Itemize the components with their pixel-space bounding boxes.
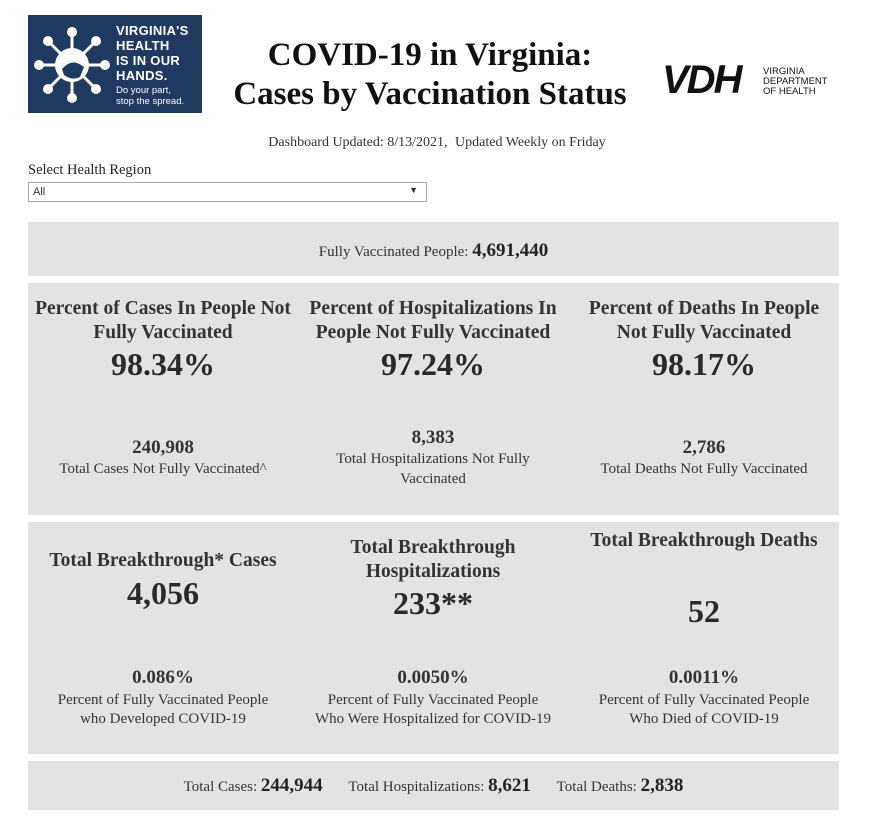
card-heading: Total Breakthrough* Cases xyxy=(49,550,277,571)
card-heading: Percent of Deaths In People xyxy=(588,298,820,319)
card-description: Who Were Hospitalized for COVID-19 xyxy=(315,711,551,727)
card-description: Vaccinated xyxy=(400,471,466,487)
breakthrough-deaths-card: Total Breakthrough Deaths 52 0.0011% Per… xyxy=(569,522,839,754)
total-cases: Total Cases: 244,944 xyxy=(183,775,327,796)
totals-panel: Total Cases: 244,944 Total Hospitalizati… xyxy=(28,761,839,810)
hospitalizations-not-vaccinated-count: 8,383 xyxy=(411,427,455,448)
fully-vaccinated-label: Fully Vaccinated People: xyxy=(318,244,469,260)
dropdown-arrow-icon[interactable]: ▼ xyxy=(409,185,418,195)
cases-not-vaccinated-card: Percent of Cases In People Not Fully Vac… xyxy=(28,283,298,515)
total-deaths-value: 2,838 xyxy=(640,775,684,796)
not-vaccinated-panel: Percent of Cases In People Not Fully Vac… xyxy=(28,283,839,515)
card-description: Total Cases Not Fully Vaccinated^ xyxy=(59,461,267,477)
card-description: Percent of Fully Vaccinated People xyxy=(57,692,269,708)
card-description: Who Died of COVID-19 xyxy=(629,711,779,727)
breakthrough-hospitalizations-value: 233** xyxy=(393,585,473,621)
health-region-dropdown[interactable]: All ▼ xyxy=(28,182,427,202)
total-cases-label: Total Cases: xyxy=(183,779,258,795)
card-description: Total Hospitalizations Not Fully xyxy=(336,451,530,467)
card-heading: Percent of Hospitalizations In xyxy=(309,298,557,319)
card-heading: Total Breakthrough Deaths xyxy=(590,530,818,551)
fully-vaccinated-value: 4,691,440 xyxy=(472,240,549,261)
deaths-not-vaccinated-count: 2,786 xyxy=(682,437,726,458)
region-select-value: All xyxy=(33,186,46,198)
deaths-not-vaccinated-percent: 98.17% xyxy=(652,346,756,382)
update-info: Dashboard Updated: 8/13/2021, Updated We… xyxy=(0,135,874,151)
total-deaths-label: Total Deaths: xyxy=(556,779,637,795)
card-description: Percent of Fully Vaccinated People xyxy=(327,692,539,708)
total-hospitalizations-value: 8,621 xyxy=(488,775,531,796)
hospitalizations-not-vaccinated-card: Percent of Hospitalizations In People No… xyxy=(298,283,568,515)
total-deaths: Total Deaths: 2,838 xyxy=(556,775,684,796)
card-heading: Percent of Cases In People Not xyxy=(35,298,291,319)
vdh-mark: VDH xyxy=(662,58,742,102)
total-hospitalizations-label: Total Hospitalizations: xyxy=(348,779,485,795)
hospitalizations-not-vaccinated-percent: 97.24% xyxy=(381,346,485,382)
logo-headline: VIRGINIA'S HEALTH IS IN OUR HANDS. xyxy=(116,23,189,83)
breakthrough-cases-value: 4,056 xyxy=(127,575,199,611)
cases-not-vaccinated-percent: 98.34% xyxy=(111,346,215,382)
virus-icon xyxy=(34,27,110,103)
dashboard-updated: Dashboard Updated: 8/13/2021, xyxy=(268,135,448,150)
card-heading: Fully Vaccinated xyxy=(93,322,233,343)
card-heading: Total Breakthrough xyxy=(350,537,516,558)
page-title-line2: Cases by Vaccination Status xyxy=(233,76,627,112)
card-description: who Developed COVID-19 xyxy=(80,711,246,727)
total-cases-value: 244,944 xyxy=(260,775,323,796)
cases-not-vaccinated-count: 240,908 xyxy=(132,437,194,458)
deaths-not-vaccinated-card: Percent of Deaths In People Not Fully Va… xyxy=(569,283,839,515)
total-hospitalizations: Total Hospitalizations: 8,621 xyxy=(348,775,534,796)
breakthrough-hospitalizations-percent: 0.0050% xyxy=(397,667,469,688)
fully-vaccinated-panel: Fully Vaccinated People: 4,691,440 xyxy=(28,222,839,276)
breakthrough-cases-card: Total Breakthrough* Cases 4,056 0.086% P… xyxy=(28,522,298,754)
update-frequency: Updated Weekly on Friday xyxy=(455,135,606,150)
card-description: Total Deaths Not Fully Vaccinated xyxy=(600,461,808,477)
breakthrough-deaths-value: 52 xyxy=(688,593,720,629)
breakthrough-hospitalizations-card: Total Breakthrough Hospitalizations 233*… xyxy=(298,522,568,754)
breakthrough-cases-percent: 0.086% xyxy=(132,667,194,688)
card-heading: People Not Fully Vaccinated xyxy=(315,322,551,343)
region-select-label: Select Health Region xyxy=(28,162,152,178)
breakthrough-panel: Total Breakthrough* Cases 4,056 0.086% P… xyxy=(28,522,839,754)
card-heading: Not Fully Vaccinated xyxy=(616,322,792,343)
vdh-logo-text: VIRGINIA DEPARTMENT OF HEALTH xyxy=(763,66,828,97)
page-title-line1: COVID-19 in Virginia: xyxy=(267,37,593,73)
card-description: Percent of Fully Vaccinated People xyxy=(598,692,810,708)
virginia-health-logo: VIRGINIA'S HEALTH IS IN OUR HANDS. Do yo… xyxy=(28,15,202,113)
vdh-logo: VDH VIRGINIA DEPARTMENT OF HEALTH xyxy=(660,58,835,106)
logo-tagline: Do your part, stop the spread. xyxy=(116,85,185,107)
card-heading: Hospitalizations xyxy=(365,561,501,582)
breakthrough-deaths-percent: 0.0011% xyxy=(668,667,740,688)
